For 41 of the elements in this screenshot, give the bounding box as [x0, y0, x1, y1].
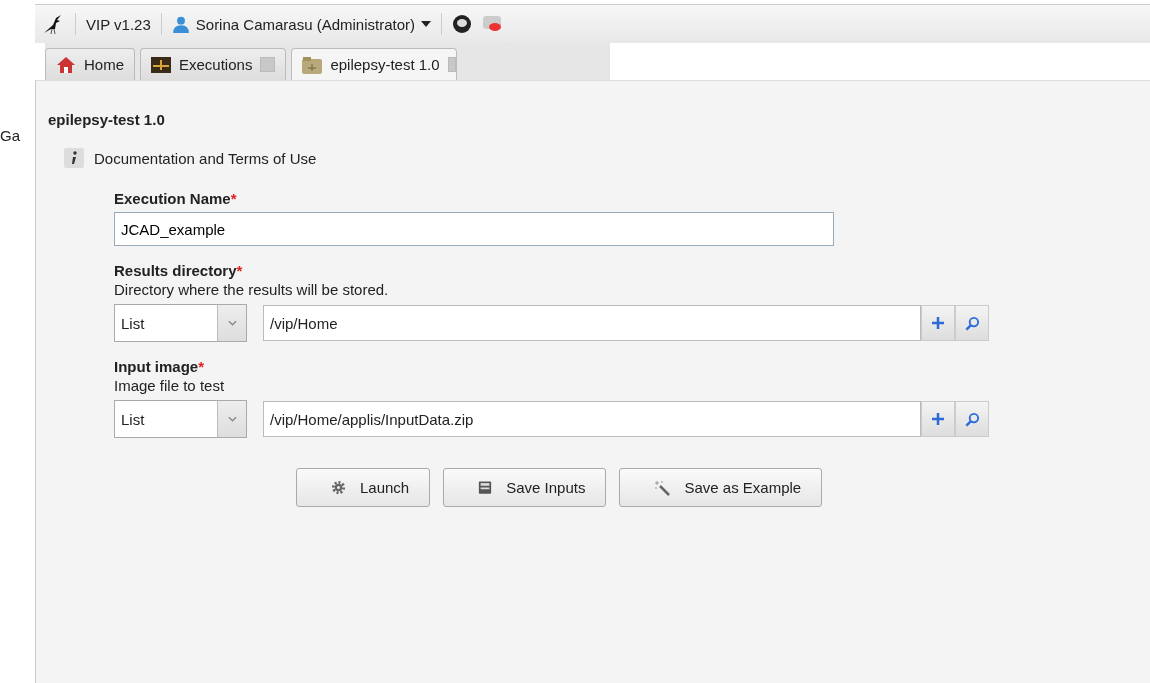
field-label: Execution Name* [114, 190, 238, 207]
chat-icon[interactable] [452, 14, 473, 34]
folder-icon [302, 55, 323, 74]
plus-icon [931, 412, 945, 426]
user-icon [171, 15, 190, 33]
user-menu[interactable]: Sorina Camarasu (Administrator) [171, 15, 432, 33]
mode-select[interactable]: List [114, 304, 247, 342]
add-button[interactable] [921, 401, 955, 437]
panel-title: epilepsy-test 1.0 [48, 111, 166, 128]
field-label: Results directory* [114, 262, 244, 279]
info-icon [64, 148, 84, 168]
search-icon [964, 411, 980, 427]
documentation-link[interactable]: Documentation and Terms of Use [94, 149, 317, 167]
caret-icon [421, 21, 432, 27]
input-field[interactable]: JCAD_example [114, 212, 834, 246]
house-icon [56, 55, 76, 74]
action-button[interactable]: Save as Example [619, 468, 823, 507]
tab[interactable]: Executions [140, 48, 287, 80]
path-field[interactable]: /vip/Home/applis/InputData.zip [263, 401, 921, 437]
action-button[interactable]: Save Inputs [443, 468, 607, 507]
tab[interactable]: Home [45, 48, 135, 80]
add-button[interactable] [921, 305, 955, 341]
tab[interactable]: epilepsy-test 1.0 [291, 48, 457, 80]
save-icon [478, 480, 493, 495]
background-text: Ga [0, 127, 20, 144]
action-button[interactable]: Launch [296, 468, 431, 507]
path-field[interactable]: /vip/Home [263, 305, 921, 341]
search-button[interactable] [955, 305, 989, 341]
executions-icon [151, 56, 171, 73]
mode-select[interactable]: List [114, 400, 247, 438]
search-button[interactable] [955, 401, 989, 437]
version-label: VIP v1.23 [86, 15, 151, 33]
wand-icon [654, 479, 671, 496]
chevron-icon [227, 416, 237, 422]
plus-icon [931, 316, 945, 330]
search-icon [964, 315, 980, 331]
chevron-icon [227, 320, 237, 326]
field-description: Directory where the results will be stored. [114, 281, 390, 298]
field-description: Image file to test [114, 377, 226, 394]
gear-icon [331, 480, 346, 495]
field-label: Input image* [114, 358, 205, 375]
